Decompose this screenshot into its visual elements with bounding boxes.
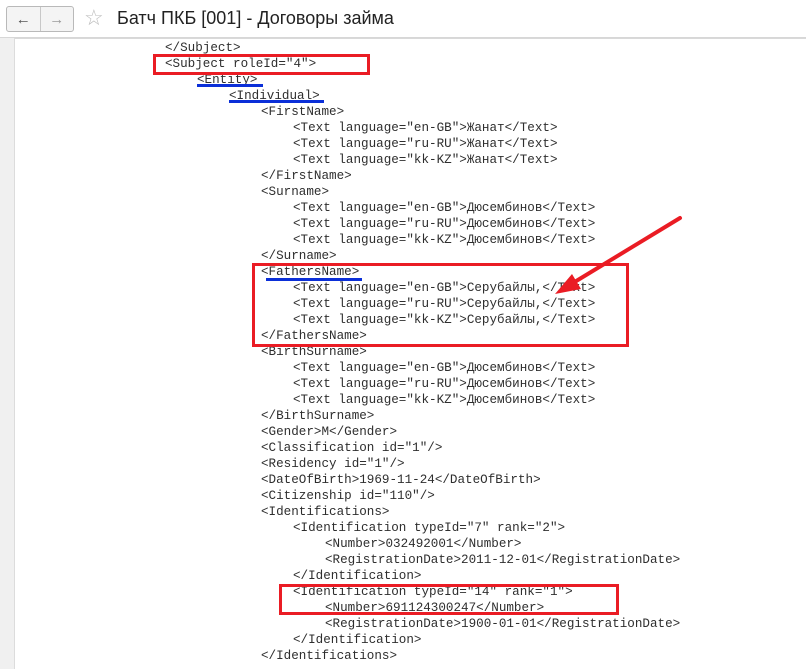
annotation-arrow-icon <box>555 216 682 294</box>
